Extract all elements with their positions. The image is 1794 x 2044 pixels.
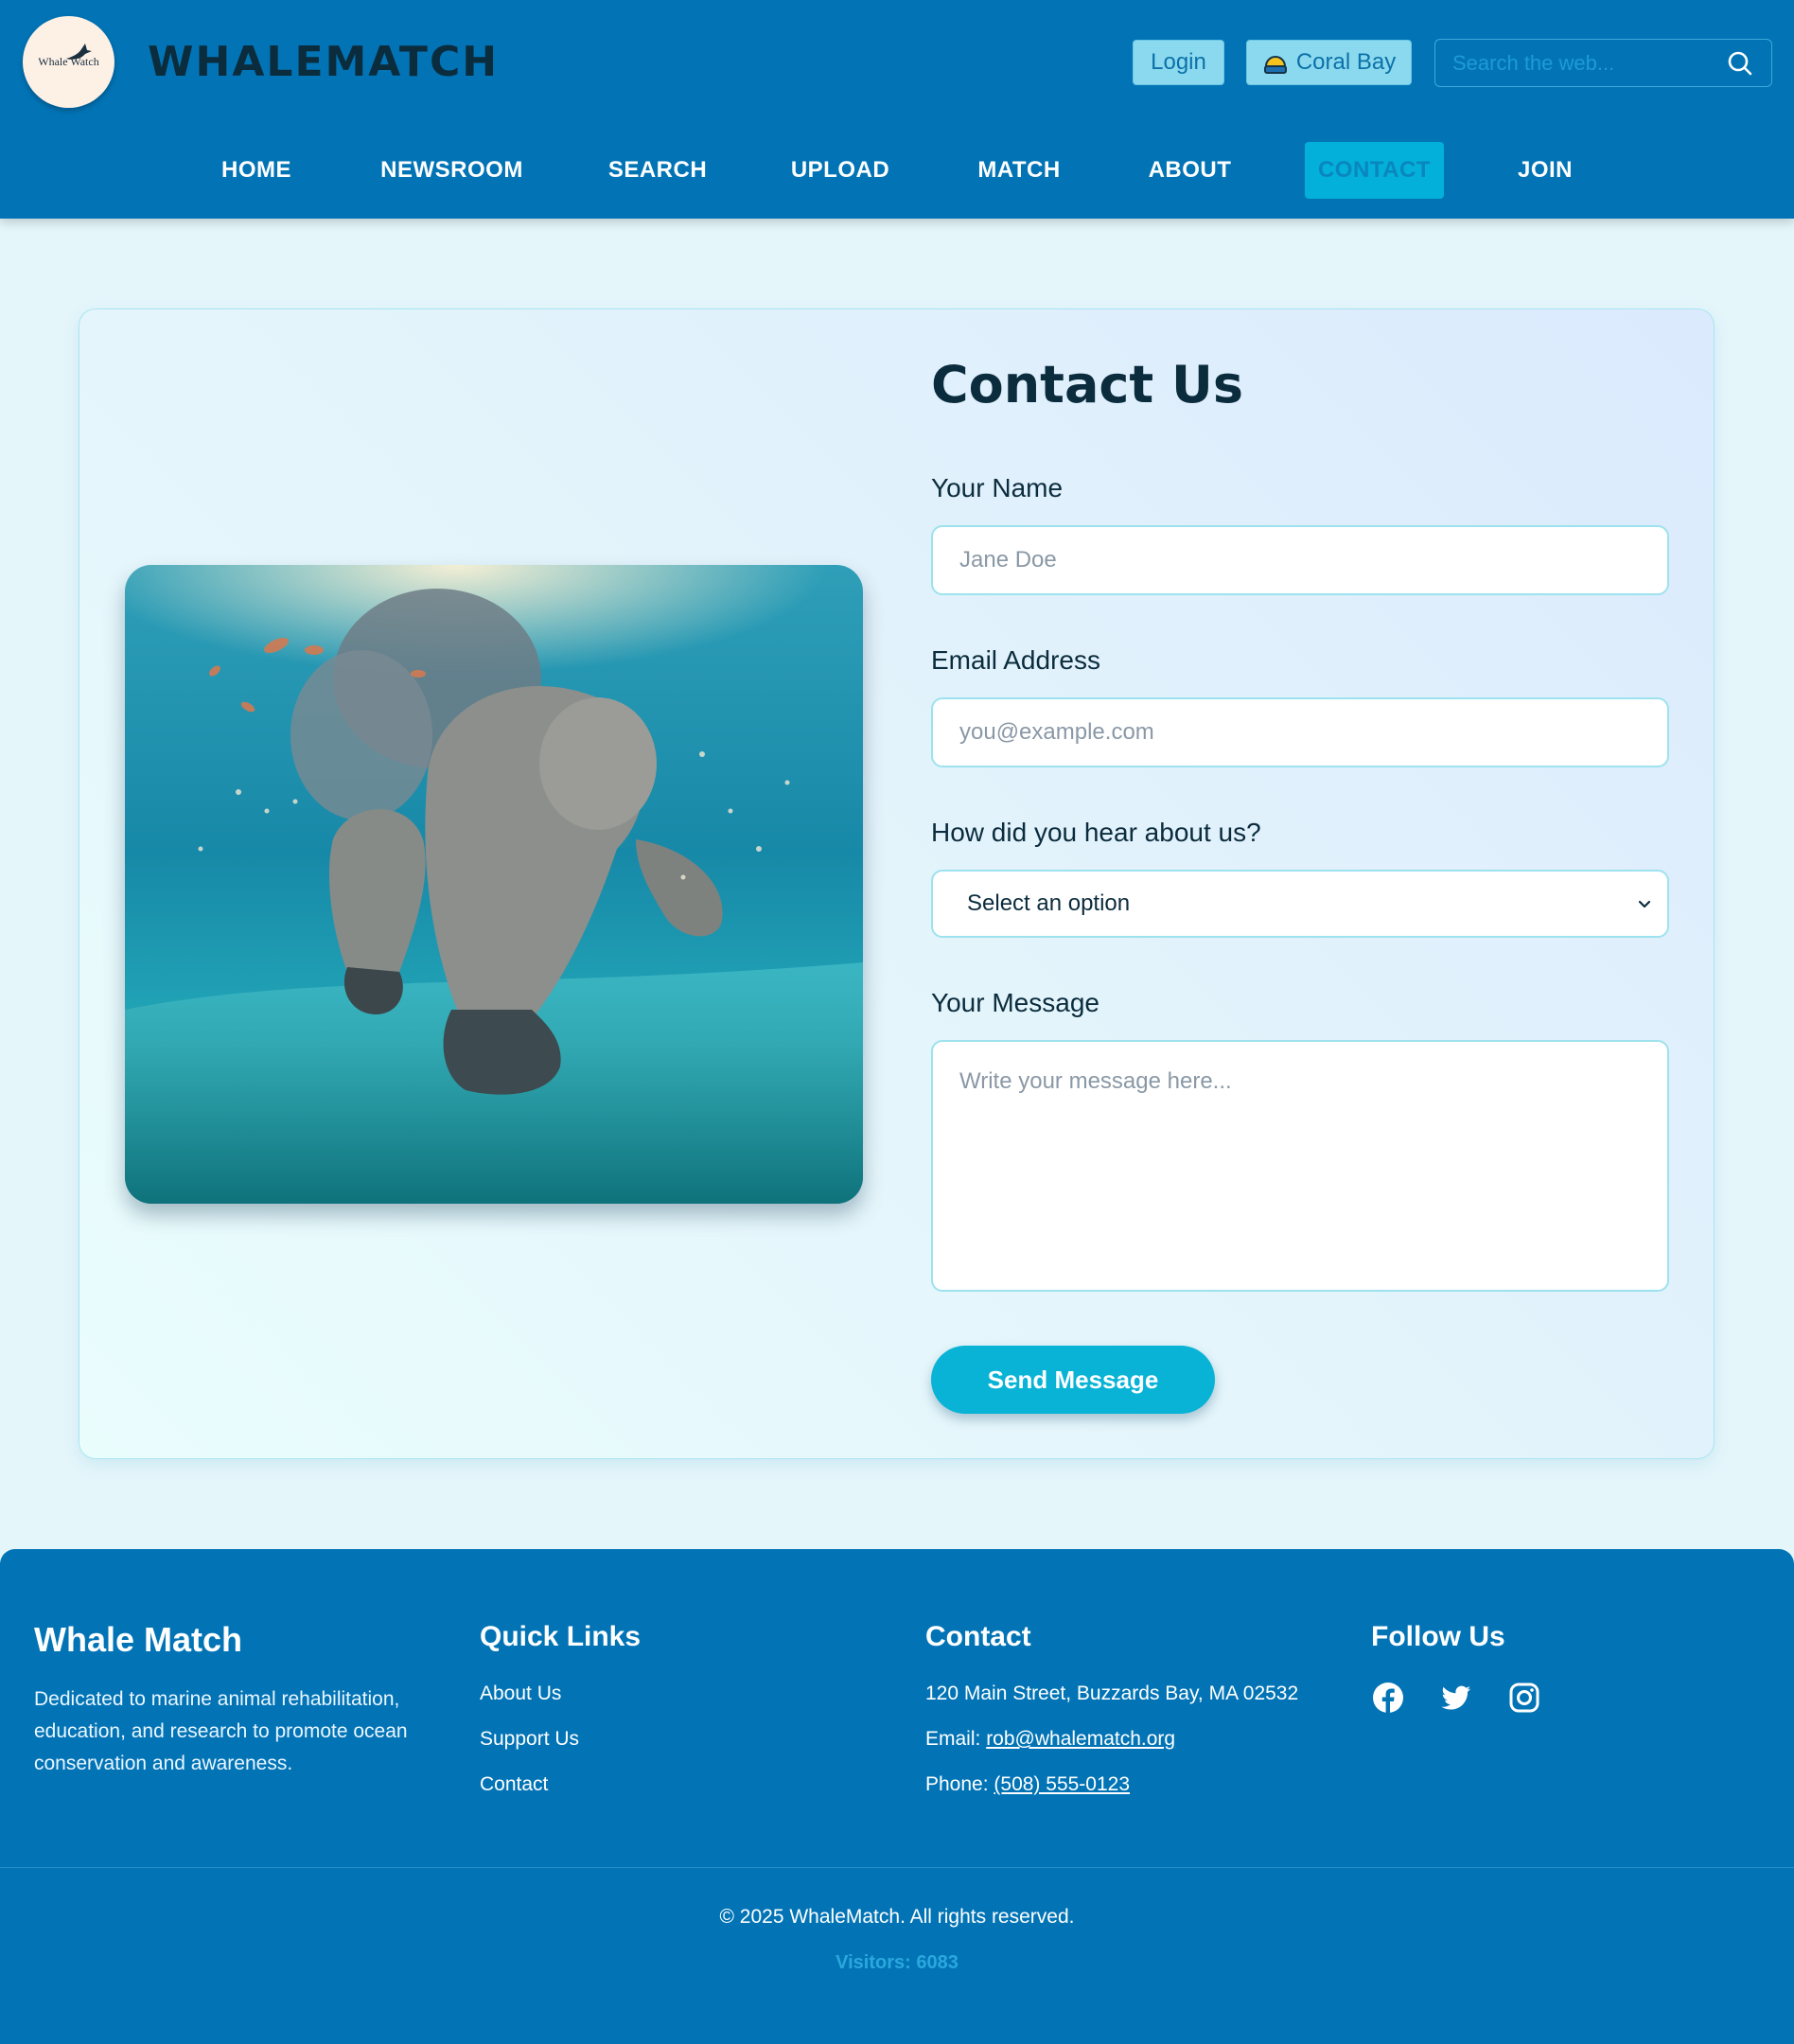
- contact-title: Contact Us: [931, 355, 1244, 414]
- source-select[interactable]: Select an option: [931, 870, 1669, 938]
- search-input[interactable]: [1435, 40, 1726, 86]
- chevron-down-icon: [1638, 900, 1651, 908]
- search-icon[interactable]: [1726, 49, 1754, 78]
- send-message-button[interactable]: Send Message: [931, 1346, 1215, 1414]
- nav-home[interactable]: HOME: [207, 142, 306, 199]
- login-label: Login: [1151, 49, 1206, 75]
- footer-email-link[interactable]: rob@whalematch.org: [986, 1728, 1175, 1750]
- instagram-icon[interactable]: [1508, 1682, 1540, 1714]
- sunset-icon: [1263, 56, 1287, 74]
- site-header: Whale Watch WHALEMATCH Login Coral Bay H…: [0, 0, 1794, 219]
- footer-phone-row: Phone: (508) 555-0123: [925, 1773, 1130, 1796]
- copyright-text: © 2025 WhaleMatch. All rights reserved.: [719, 1906, 1075, 1928]
- source-selected-value: Select an option: [967, 890, 1131, 916]
- nav-about[interactable]: ABOUT: [1139, 142, 1240, 199]
- login-button[interactable]: Login: [1133, 40, 1224, 85]
- email-label: Email Address: [931, 645, 1100, 675]
- nav-contact[interactable]: CONTACT: [1305, 142, 1444, 199]
- twitter-icon[interactable]: [1440, 1682, 1472, 1714]
- brand-name: WHALEMATCH: [148, 38, 500, 86]
- manatees-underwater-image: [125, 565, 863, 1204]
- facebook-icon[interactable]: [1372, 1682, 1404, 1714]
- nav-join[interactable]: JOIN: [1508, 142, 1582, 199]
- nav-newsroom[interactable]: NEWSROOM: [369, 142, 535, 199]
- footer-phone-link[interactable]: (508) 555-0123: [994, 1773, 1130, 1795]
- logo-text: Whale Watch: [38, 44, 99, 69]
- send-message-label: Send Message: [987, 1365, 1159, 1394]
- nav-upload[interactable]: UPLOAD: [782, 142, 899, 199]
- nav-search[interactable]: SEARCH: [600, 142, 715, 199]
- footer-about-text: Dedicated to marine animal rehabilitatio…: [34, 1688, 408, 1774]
- follow-us-title: Follow Us: [1371, 1621, 1505, 1652]
- name-input[interactable]: [931, 525, 1669, 595]
- web-search: [1434, 39, 1772, 87]
- footer-link-about-us[interactable]: About Us: [480, 1683, 561, 1705]
- footer-contact-title: Contact: [925, 1621, 1031, 1652]
- quick-links-title: Quick Links: [480, 1621, 642, 1652]
- name-label: Your Name: [931, 473, 1064, 502]
- whale-tail-icon: [66, 44, 93, 60]
- visitor-counter: Visitors: 6083: [835, 1952, 959, 1973]
- nav-match[interactable]: MATCH: [964, 142, 1074, 199]
- footer-email-row: Email: rob@whalematch.org: [925, 1728, 1175, 1751]
- location-label: Coral Bay: [1295, 49, 1397, 75]
- footer-address: 120 Main Street, Buzzards Bay, MA 02532: [925, 1683, 1299, 1704]
- footer-divider: [0, 1867, 1794, 1868]
- site-logo[interactable]: Whale Watch: [23, 16, 114, 108]
- location-button[interactable]: Coral Bay: [1246, 40, 1412, 85]
- phone-prefix: Phone:: [925, 1773, 994, 1795]
- source-label: How did you hear about us?: [931, 818, 1261, 847]
- footer-link-support-us[interactable]: Support Us: [480, 1728, 579, 1751]
- message-textarea[interactable]: [931, 1040, 1669, 1292]
- footer-link-contact[interactable]: Contact: [480, 1773, 548, 1796]
- message-label: Your Message: [931, 988, 1099, 1017]
- footer-brand-title: Whale Match: [34, 1620, 243, 1659]
- email-input[interactable]: [931, 697, 1669, 767]
- manatee-photo: [125, 565, 863, 1204]
- email-prefix: Email:: [925, 1728, 987, 1750]
